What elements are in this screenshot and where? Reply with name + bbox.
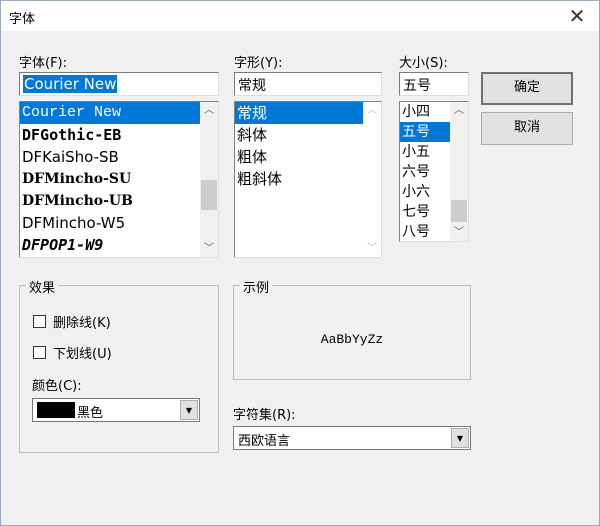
underline-label: 下划线(U) — [53, 347, 112, 362]
underline-checkbox[interactable] — [33, 346, 46, 359]
font-name-input[interactable]: Courier New — [19, 72, 219, 96]
style-input[interactable]: 常规 — [234, 72, 382, 96]
strikeout-label: 删除线(K) — [53, 316, 111, 331]
sample-group: 示例 AaBbYyZz — [233, 277, 471, 380]
scroll-down-icon[interactable]: ﹀ — [450, 224, 468, 241]
list-item[interactable]: 粗斜体 — [235, 168, 381, 190]
title-bar — [1, 1, 599, 31]
font-list[interactable]: Courier New DFGothic-EB DFKaiSho-SB DFMi… — [19, 101, 219, 258]
sample-text: AaBbYyZz — [320, 332, 384, 347]
scroll-up-icon[interactable]: ︿ — [450, 102, 468, 119]
scroll-up-icon[interactable]: ︿ — [200, 102, 218, 119]
list-item[interactable]: DFMincho-UB — [20, 190, 218, 212]
font-label: 字体(F): — [19, 56, 68, 71]
style-list-scrollbar[interactable]: ︿ ﹀ — [363, 102, 381, 257]
color-swatch — [37, 402, 75, 418]
window-title: 字体 — [9, 12, 36, 27]
list-item[interactable]: 常规 — [235, 102, 363, 124]
close-icon[interactable]: ✕ — [565, 4, 589, 28]
size-input[interactable]: 五号 — [399, 72, 469, 96]
size-list[interactable]: 小四 五号 小五 六号 小六 七号 八号 ︿ ﹀ — [399, 101, 469, 242]
cancel-button[interactable]: 取消 — [481, 112, 573, 145]
list-item[interactable]: DFGothic-EB — [20, 124, 218, 146]
color-value: 黑色 — [77, 406, 104, 421]
dropdown-arrow-icon[interactable]: ▼ — [451, 428, 469, 448]
list-item[interactable]: 粗体 — [235, 146, 381, 168]
size-label: 大小(S): — [399, 56, 448, 71]
scroll-down-icon[interactable]: ﹀ — [363, 240, 381, 257]
scroll-thumb[interactable] — [201, 180, 217, 210]
color-label: 颜色(C): — [32, 379, 82, 394]
list-item[interactable]: 五号 — [400, 122, 450, 142]
size-list-scrollbar[interactable]: ︿ ﹀ — [450, 102, 468, 241]
dropdown-arrow-icon[interactable]: ▼ — [180, 400, 198, 420]
list-item[interactable]: DFKaiSho-SB — [20, 146, 218, 168]
font-list-scrollbar[interactable]: ︿ ﹀ — [200, 102, 218, 257]
style-label: 字形(Y): — [234, 56, 283, 71]
effects-title: 效果 — [26, 277, 59, 296]
charset-value: 西欧语言 — [238, 434, 291, 449]
list-item[interactable]: DFMincho-SU — [20, 168, 218, 190]
style-list[interactable]: 常规 斜体 粗体 粗斜体 ︿ ﹀ — [234, 101, 382, 258]
effects-group: 效果 删除线(K) 下划线(U) 颜色(C): 黑色 ▼ — [19, 277, 219, 453]
list-item[interactable]: DFMincho-W5 — [20, 212, 218, 234]
charset-label: 字符集(R): — [233, 408, 296, 423]
color-select[interactable]: 黑色 ▼ — [32, 398, 200, 422]
font-name-value: Courier New — [23, 75, 118, 93]
scroll-up-icon[interactable]: ︿ — [363, 102, 381, 119]
ok-button[interactable]: 确定 — [481, 72, 573, 105]
list-item[interactable]: DFPOP1-W9 — [20, 234, 218, 256]
charset-select[interactable]: 西欧语言 ▼ — [233, 426, 471, 450]
sample-title: 示例 — [240, 277, 273, 296]
list-item[interactable]: 斜体 — [235, 124, 381, 146]
scroll-down-icon[interactable]: ﹀ — [200, 240, 218, 257]
scroll-thumb[interactable] — [451, 200, 467, 222]
list-item[interactable]: Courier New — [20, 102, 200, 124]
strikeout-checkbox[interactable] — [33, 315, 46, 328]
